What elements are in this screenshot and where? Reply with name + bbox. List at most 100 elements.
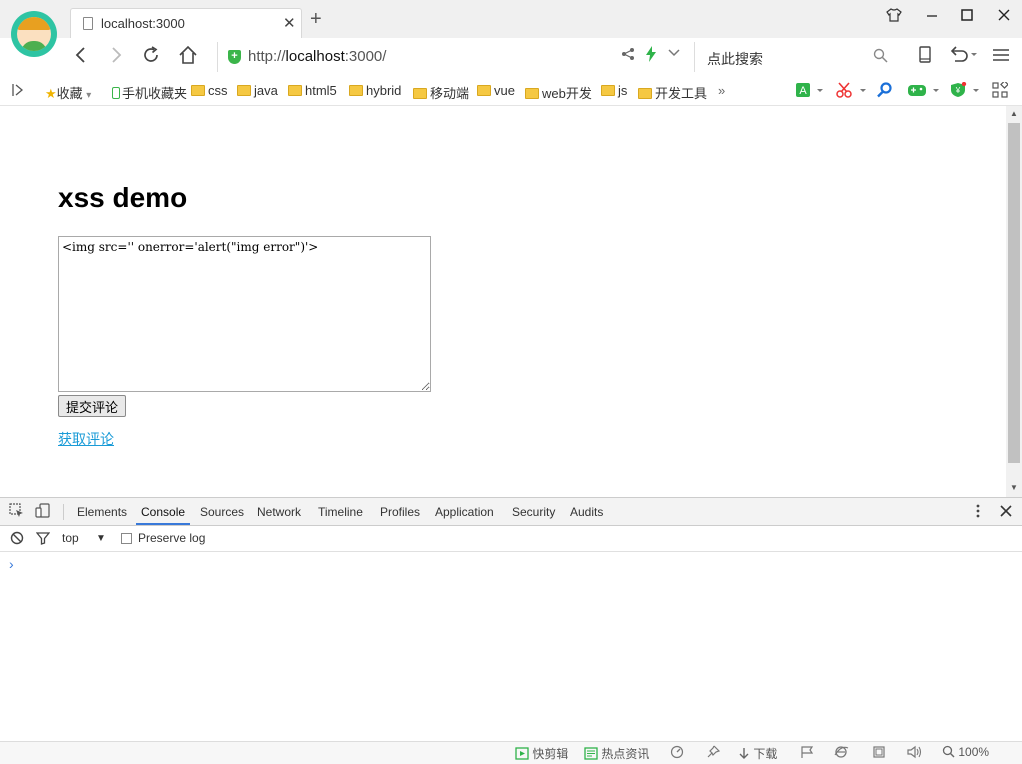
bookmarks-more-icon[interactable]: » [718, 83, 725, 98]
maximize-icon[interactable] [957, 8, 977, 26]
bookmark-folder-java[interactable]: java [237, 83, 278, 98]
bookmark-folder-hybrid[interactable]: hybrid [349, 83, 401, 98]
context-select[interactable]: top [62, 531, 79, 545]
zoom-control[interactable]: 100% [942, 745, 989, 759]
tab-close-icon[interactable]: ✕ [283, 14, 296, 32]
folder-icon [413, 88, 427, 99]
bookmark-folder-vue[interactable]: vue [477, 83, 515, 98]
quick-clip-button[interactable]: 快剪辑 [515, 745, 568, 762]
tab-sources[interactable]: Sources [200, 505, 244, 519]
bookmarks-toggle-icon[interactable] [12, 83, 24, 100]
bookmark-folder-css[interactable]: css [191, 83, 228, 98]
search-icon[interactable] [873, 48, 888, 67]
hot-news-button[interactable]: 热点资讯 [584, 745, 649, 762]
clear-console-icon[interactable] [10, 531, 24, 548]
tab-application[interactable]: Application [435, 505, 494, 519]
share-icon[interactable] [621, 47, 635, 64]
phone-icon [112, 87, 120, 99]
home-icon[interactable] [178, 45, 198, 70]
browser-logo-avatar[interactable] [11, 11, 57, 57]
folder-icon [477, 85, 491, 96]
scroll-down-icon[interactable]: ▼ [1010, 483, 1018, 492]
active-tab-indicator [136, 523, 190, 525]
tab-network[interactable]: Network [257, 505, 301, 519]
folder-icon [638, 88, 652, 99]
extensions-grid-icon[interactable] [992, 80, 1009, 102]
bookmark-folder-html5[interactable]: html5 [288, 83, 337, 98]
forward-icon[interactable] [107, 45, 125, 70]
svg-text:A: A [799, 85, 807, 97]
page-icon [83, 17, 93, 30]
tab-console[interactable]: Console [141, 505, 185, 519]
page-scrollbar[interactable]: ▲ ▼ [1006, 106, 1022, 497]
close-window-icon[interactable] [994, 8, 1014, 26]
skin-icon[interactable] [884, 8, 904, 26]
bookmark-mobile-favorites[interactable]: 手机收藏夹 [112, 83, 187, 102]
tab-timeline[interactable]: Timeline [318, 505, 363, 519]
tab-security[interactable]: Security [512, 505, 555, 519]
preserve-log-label: Preserve log [138, 531, 206, 545]
bookmark-favorites[interactable]: ★收藏 ▾ [45, 83, 91, 102]
scrollbar-thumb[interactable] [1008, 123, 1020, 463]
close-devtools-icon[interactable] [999, 503, 1013, 522]
navigation-bar: + http://localhost:3000/ 点此搜索 [0, 38, 1022, 76]
speed-mode-icon[interactable] [645, 46, 657, 66]
tab-title: localhost:3000 [101, 16, 185, 31]
mobile-icon[interactable] [918, 46, 932, 69]
menu-icon[interactable] [992, 46, 1010, 69]
folder-icon [191, 85, 205, 96]
devtools-tab-bar: Elements Console Sources Network Timelin… [0, 498, 1022, 526]
bookmarks-bar: ★收藏 ▾ 手机收藏夹 css java html5 hybrid 移动端 vu… [0, 76, 1022, 106]
secure-shield-icon: + [228, 50, 241, 64]
url-text[interactable]: http://localhost:3000/ [248, 48, 386, 65]
comment-textarea[interactable] [58, 236, 431, 392]
flag-icon[interactable] [800, 745, 814, 762]
pin-icon[interactable] [706, 745, 721, 762]
inspect-element-icon[interactable] [9, 503, 24, 521]
back-icon[interactable] [72, 45, 90, 70]
folder-icon [349, 85, 363, 96]
star-icon: ★ [45, 86, 57, 101]
devtools-panel: Elements Console Sources Network Timelin… [0, 497, 1022, 741]
ie-compat-icon[interactable] [834, 745, 849, 762]
translate-icon[interactable]: A [795, 82, 823, 102]
page-title: xss demo [58, 182, 188, 213]
folder-icon [601, 85, 615, 96]
game-controller-icon[interactable] [907, 82, 941, 102]
speedometer-icon[interactable] [670, 745, 684, 762]
title-bar: localhost:3000 ✕ + [0, 0, 1022, 39]
bookmark-folder-mobile[interactable]: 移动端 [413, 83, 469, 102]
tab-elements[interactable]: Elements [77, 505, 127, 519]
bookmark-folder-js[interactable]: js [601, 83, 627, 98]
security-guard-icon[interactable]: ¥ [949, 81, 981, 102]
context-dropdown-icon[interactable]: ▼ [96, 533, 106, 544]
preserve-log-checkbox[interactable] [121, 533, 132, 544]
reload-icon[interactable] [141, 45, 161, 70]
get-comments-link[interactable]: 获取评论 [58, 429, 114, 449]
search-box[interactable]: 点此搜索 [694, 42, 898, 72]
undo-icon[interactable] [949, 46, 977, 69]
volume-icon[interactable] [906, 745, 922, 762]
filter-icon[interactable] [35, 531, 51, 548]
device-toolbar-icon[interactable] [35, 503, 51, 521]
browser-tab[interactable]: localhost:3000 ✕ [70, 8, 302, 39]
submit-comment-button[interactable]: 提交评论 [58, 395, 126, 417]
scroll-up-icon[interactable]: ▲ [1010, 109, 1018, 118]
scissors-icon[interactable] [836, 82, 866, 102]
tab-audits[interactable]: Audits [570, 505, 603, 519]
bookmark-folder-dev-tools[interactable]: 开发工具 [638, 83, 707, 102]
tab-profiles[interactable]: Profiles [380, 505, 420, 519]
new-tab-icon[interactable]: + [310, 9, 322, 29]
download-button[interactable]: 下载 [738, 745, 777, 762]
more-options-icon[interactable] [971, 503, 985, 522]
search-input[interactable]: 点此搜索 [707, 49, 763, 69]
magnifier-tool-icon[interactable] [876, 82, 894, 102]
console-prompt[interactable]: › [9, 556, 14, 572]
bookmark-folder-web-dev[interactable]: web开发 [525, 83, 592, 102]
console-toolbar: top ▼ Preserve log [0, 526, 1022, 552]
address-bar[interactable]: + http://localhost:3000/ [217, 42, 687, 72]
restore-window-icon[interactable] [872, 745, 886, 762]
folder-icon [525, 88, 539, 99]
minimize-icon[interactable] [922, 8, 942, 26]
chevron-down-icon[interactable] [668, 47, 680, 61]
